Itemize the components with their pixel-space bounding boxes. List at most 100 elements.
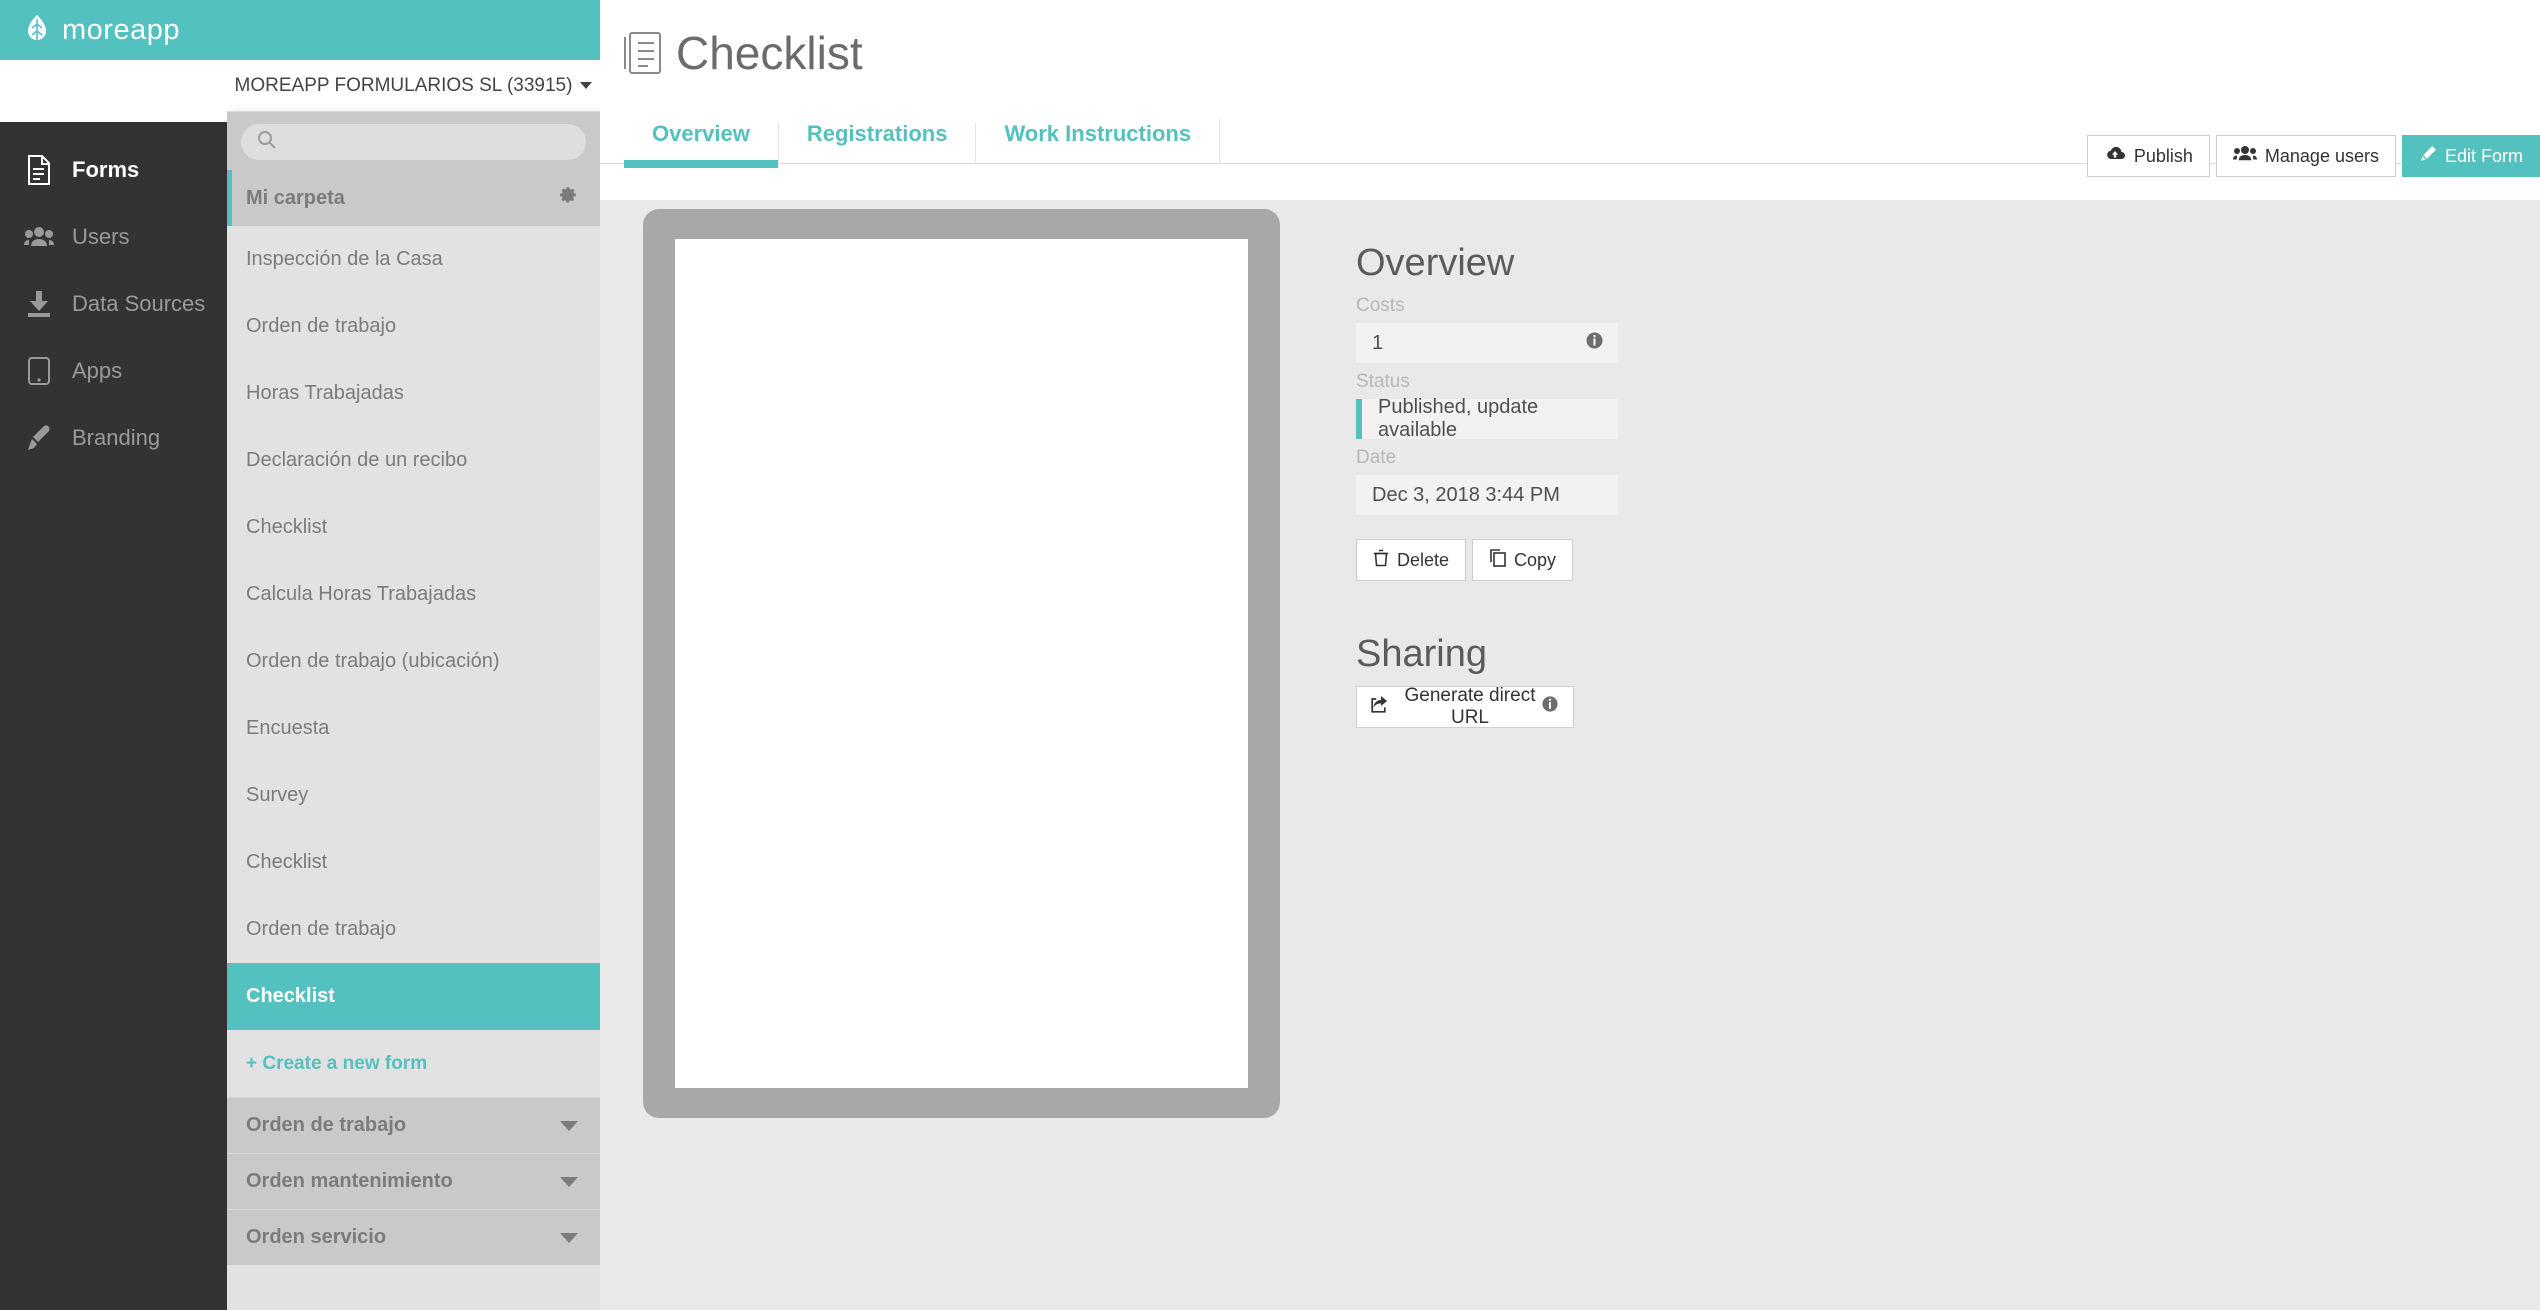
tab-label: Overview xyxy=(652,121,750,146)
date-field: Dec 3, 2018 3:44 PM xyxy=(1356,475,1618,515)
sidebar-item-data-sources[interactable]: Data Sources xyxy=(0,270,227,337)
form-label: Horas Trabajadas xyxy=(246,382,404,404)
delete-button[interactable]: Delete xyxy=(1356,539,1467,581)
folder-orden-mantenimiento[interactable]: Orden mantenimiento xyxy=(227,1153,600,1209)
account-switcher[interactable]: MOREAPP FORMULARIOS SL (33915) xyxy=(227,60,600,112)
tab-label: Registrations xyxy=(806,121,948,146)
tablet-icon xyxy=(20,356,58,385)
list-item[interactable]: Encuesta xyxy=(227,695,600,762)
form-label: Checklist xyxy=(246,985,335,1007)
tab-bar-end-divider xyxy=(1219,119,1221,163)
costs-value: 1 xyxy=(1372,331,1384,354)
list-item[interactable]: Checklist xyxy=(227,829,600,896)
list-item[interactable]: Orden de trabajo xyxy=(227,293,600,360)
list-item-selected[interactable]: Checklist xyxy=(227,963,600,1030)
edit-form-button[interactable]: Edit Form xyxy=(2401,135,2540,177)
caret-down-icon xyxy=(560,1176,578,1187)
edit-form-label: Edit Form xyxy=(2444,145,2523,166)
copy-button[interactable]: Copy xyxy=(1472,539,1574,581)
generate-direct-url-label: Generate direct URL xyxy=(1404,685,1536,728)
rail-spacer xyxy=(0,60,227,122)
date-value: Dec 3, 2018 3:44 PM xyxy=(1372,483,1560,506)
trash-icon xyxy=(1373,549,1389,572)
primary-navigation-rail: moreapp Forms Users Data Sources Apps Br… xyxy=(0,0,227,1310)
list-item[interactable]: Survey xyxy=(227,762,600,829)
forms-search-wrap xyxy=(227,112,600,170)
chevron-down-icon xyxy=(580,82,593,89)
caret-down-icon xyxy=(560,1232,578,1243)
folder-label: Mi carpeta xyxy=(246,186,345,209)
folder-mi-carpeta[interactable]: Mi carpeta xyxy=(227,170,600,226)
create-new-form-link[interactable]: + Create a new form xyxy=(227,1030,600,1097)
info-icon[interactable] xyxy=(1585,331,1604,356)
form-label: Survey xyxy=(246,784,309,806)
form-label: Orden de trabajo xyxy=(246,315,397,337)
brand-name: moreapp xyxy=(62,13,180,46)
manage-users-label: Manage users xyxy=(2264,145,2379,166)
costs-label: Costs xyxy=(1356,295,1405,316)
tab-label: Work Instructions xyxy=(1004,121,1192,146)
info-icon[interactable] xyxy=(1541,695,1559,719)
form-label: Calcula Horas Trabajadas xyxy=(246,583,477,605)
list-item[interactable]: Orden de trabajo xyxy=(227,896,600,963)
sidebar-item-branding[interactable]: Branding xyxy=(0,404,227,471)
overview-panel: Overview Costs 1 Status Published, updat… xyxy=(1356,242,1916,728)
forms-list-panel: Mi carpeta Inspección de la Casa Orden d… xyxy=(227,112,600,1310)
form-label: Inspección de la Casa xyxy=(246,248,443,270)
page-title: Checklist xyxy=(600,0,2540,80)
form-label: Checklist xyxy=(246,516,328,538)
folder-label: Orden servicio xyxy=(246,1226,387,1248)
status-badge: Published, update available xyxy=(1356,396,1618,441)
header-actions: Publish Manage users Edit Form xyxy=(2086,135,2540,177)
create-new-form-label: + Create a new form xyxy=(246,1052,428,1074)
folder-orden-servicio[interactable]: Orden servicio xyxy=(227,1209,600,1265)
form-label: Declaración de un recibo xyxy=(246,449,468,471)
publish-button[interactable]: Publish xyxy=(2086,135,2210,177)
gear-icon[interactable] xyxy=(558,185,578,211)
brand-logo[interactable]: moreapp xyxy=(0,0,227,60)
delete-label: Delete xyxy=(1397,549,1450,570)
costs-field: 1 xyxy=(1356,323,1618,363)
publish-label: Publish xyxy=(2133,145,2193,166)
users-icon xyxy=(20,225,58,249)
search-icon xyxy=(257,130,276,154)
manage-users-button[interactable]: Manage users xyxy=(2215,135,2396,177)
tab-work-instructions[interactable]: Work Instructions xyxy=(975,123,1219,163)
sidebar-item-label: Apps xyxy=(72,357,123,383)
sidebar-item-label: Users xyxy=(72,223,130,249)
tab-overview[interactable]: Overview xyxy=(624,121,778,168)
form-label: Checklist xyxy=(246,851,328,873)
overview-action-buttons: Delete Copy xyxy=(1356,539,1916,581)
account-name: MOREAPP FORMULARIOS SL (33915) xyxy=(234,74,573,96)
form-preview-device xyxy=(643,209,1280,1118)
overview-title: Overview xyxy=(1356,242,1515,284)
list-item[interactable]: Orden de trabajo (ubicación) xyxy=(227,628,600,695)
folder-orden-de-trabajo[interactable]: Orden de trabajo xyxy=(227,1097,600,1153)
sidebar-item-forms[interactable]: Forms xyxy=(0,136,227,203)
list-item[interactable]: Calcula Horas Trabajadas xyxy=(227,561,600,628)
date-label: Date xyxy=(1356,447,1397,468)
list-item[interactable]: Inspección de la Casa xyxy=(227,226,600,293)
caret-down-icon xyxy=(560,1120,578,1131)
leaf-icon xyxy=(22,14,52,46)
tab-registrations[interactable]: Registrations xyxy=(777,121,976,163)
list-item[interactable]: Checklist xyxy=(227,494,600,561)
list-item[interactable]: Declaración de un recibo xyxy=(227,427,600,494)
form-preview-screen xyxy=(675,239,1248,1088)
list-item[interactable]: Horas Trabajadas xyxy=(227,360,600,427)
external-link-icon xyxy=(1371,695,1390,719)
form-document-icon xyxy=(624,31,662,75)
form-label: Orden de trabajo xyxy=(246,918,397,940)
download-icon xyxy=(20,290,58,318)
search-box[interactable] xyxy=(241,124,586,160)
sidebar-item-users[interactable]: Users xyxy=(0,203,227,270)
sidebar-item-label: Forms xyxy=(72,156,140,182)
sidebar-item-label: Data Sources xyxy=(72,290,206,316)
folder-label: Orden de trabajo xyxy=(246,1114,407,1136)
paintbrush-icon xyxy=(20,424,58,452)
generate-direct-url-button[interactable]: Generate direct URL xyxy=(1356,685,1574,728)
copy-icon xyxy=(1489,548,1506,572)
document-icon xyxy=(20,154,58,185)
search-input[interactable] xyxy=(285,133,555,151)
sidebar-item-apps[interactable]: Apps xyxy=(0,337,227,404)
